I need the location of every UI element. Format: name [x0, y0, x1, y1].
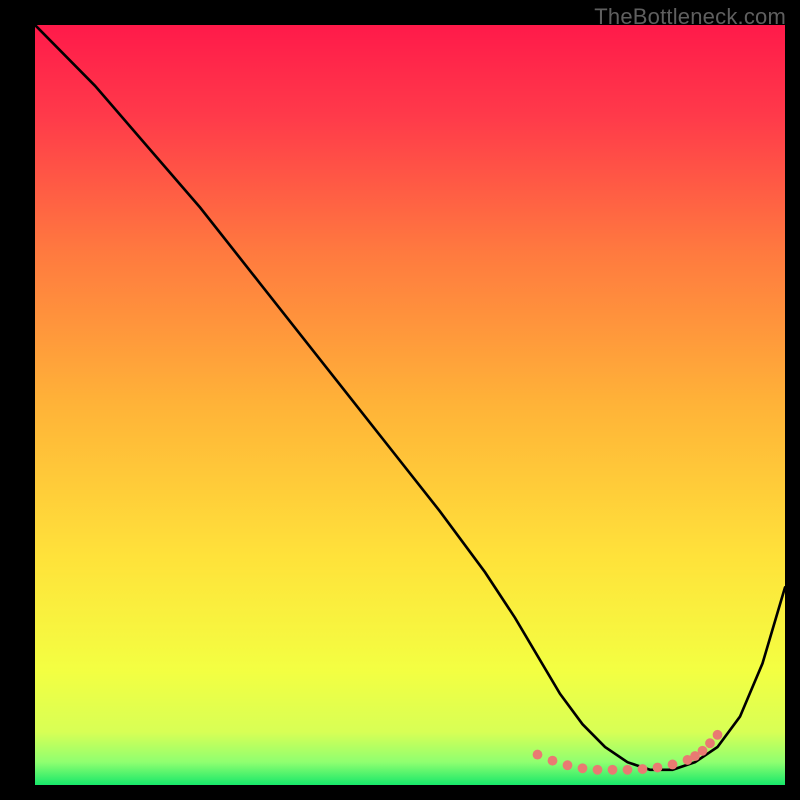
- marker-point: [698, 746, 708, 756]
- marker-point: [593, 765, 603, 775]
- marker-point: [548, 756, 558, 766]
- marker-point: [638, 764, 648, 774]
- marker-point: [563, 760, 573, 770]
- chart-frame: TheBottleneck.com: [0, 0, 800, 800]
- marker-point: [705, 738, 715, 748]
- marker-point: [578, 763, 588, 773]
- gradient-background: [35, 25, 785, 785]
- marker-point: [533, 750, 543, 760]
- marker-point: [623, 765, 633, 775]
- marker-point: [713, 730, 723, 740]
- marker-point: [608, 765, 618, 775]
- marker-point: [653, 763, 663, 773]
- marker-point: [668, 760, 678, 770]
- bottleneck-chart: [35, 25, 785, 785]
